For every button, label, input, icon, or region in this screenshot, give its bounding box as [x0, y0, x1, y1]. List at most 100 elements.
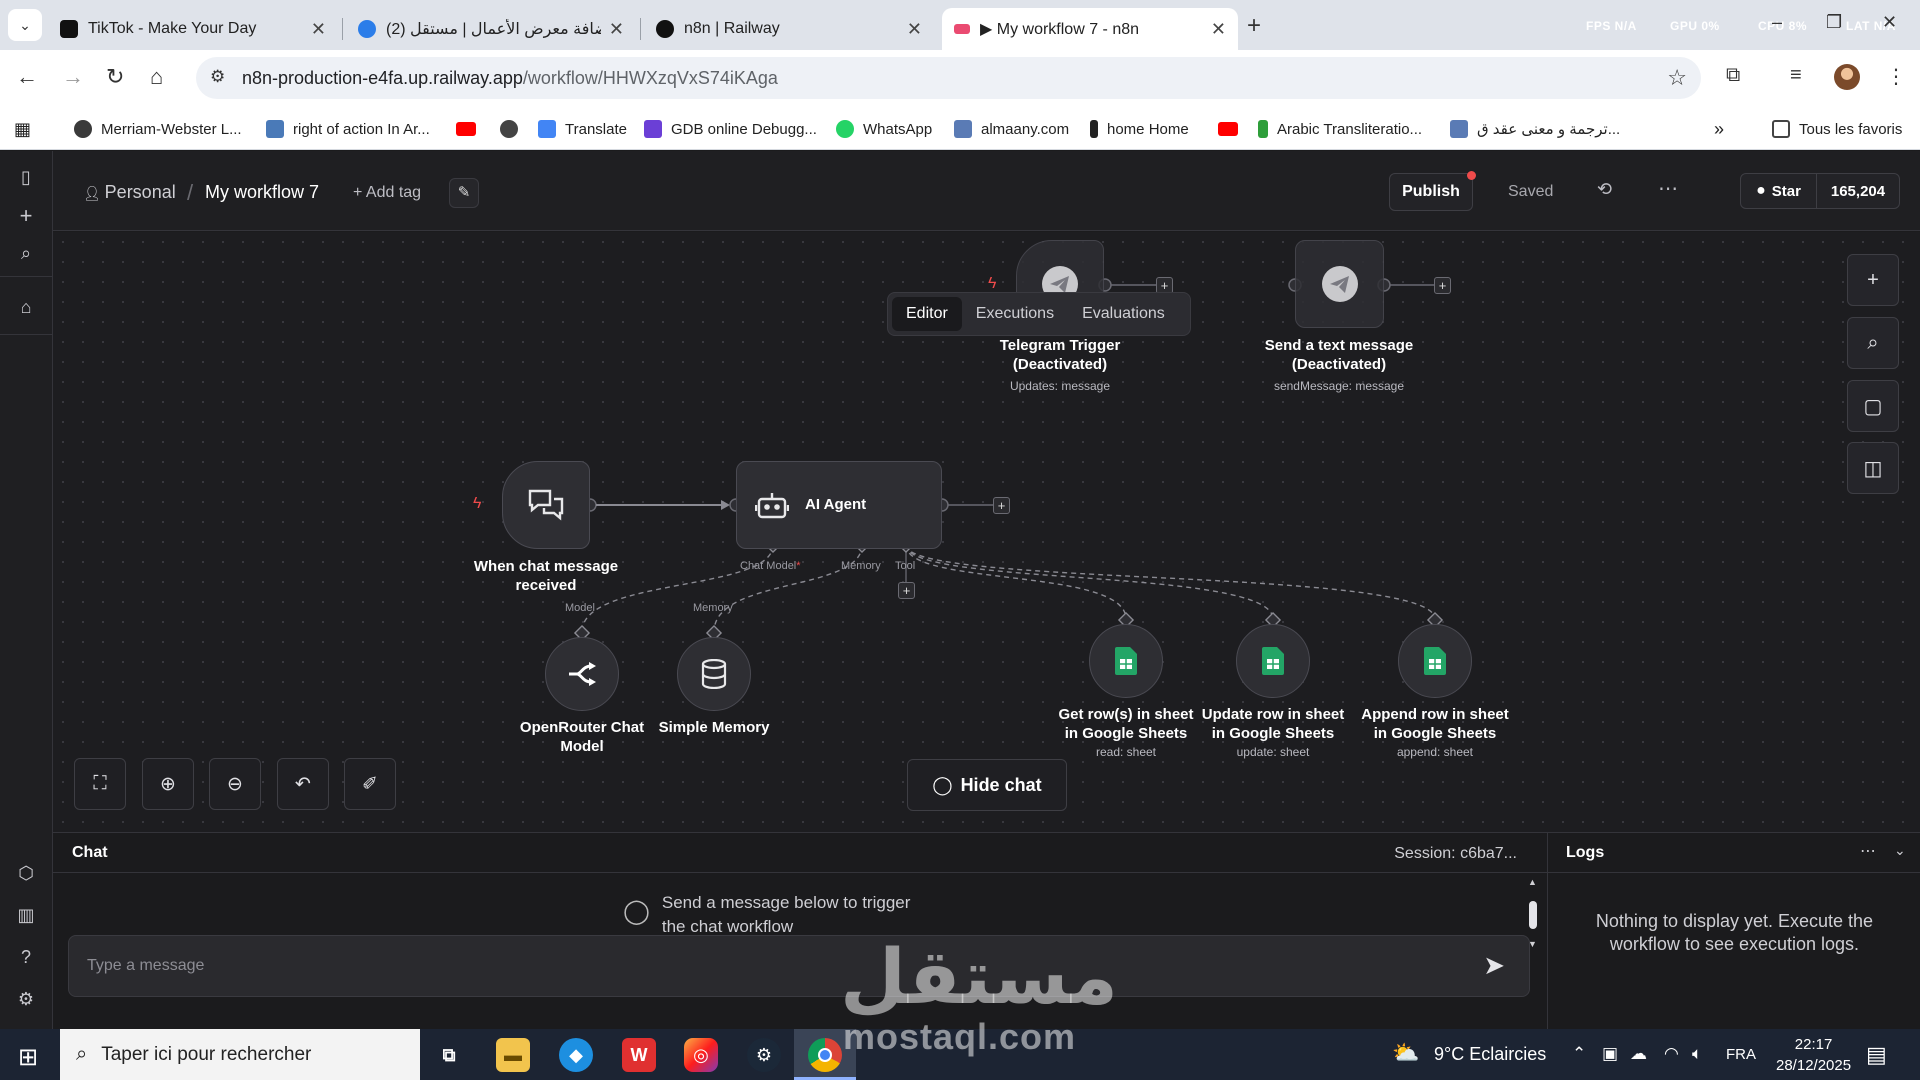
taskbar-search[interactable]: ⌕ [60, 1029, 420, 1080]
node-simple-memory[interactable] [677, 637, 751, 711]
zoom-out-button[interactable]: ⊖ [209, 758, 261, 810]
url-text[interactable]: n8n-production-e4fa.up.railway.app/workf… [242, 68, 778, 89]
browser-tab-mostaql[interactable]: (2) إضافة معرض الأعمال | مستقل ✕ [346, 8, 636, 50]
all-bookmarks-folder[interactable]: Tous les favoris [1772, 116, 1902, 142]
apps-grid-icon[interactable]: ▦ [14, 116, 31, 142]
tab-search-button[interactable]: ⌄ [8, 9, 42, 41]
wps-icon[interactable]: W [622, 1038, 656, 1072]
help-icon[interactable]: ? [14, 947, 38, 968]
more-options-icon[interactable]: ⋯ [1658, 176, 1678, 201]
browser-tab-n8n[interactable]: ▶ My workflow 7 - n8n ✕ [942, 8, 1238, 50]
instagram-icon[interactable]: ◎ [684, 1038, 718, 1072]
workflow-title[interactable]: My workflow 7 [205, 182, 319, 203]
tab-editor[interactable]: Editor [892, 297, 962, 331]
menu-icon[interactable]: ⋮ [1886, 64, 1906, 89]
notification-icon[interactable]: ▤ [1866, 1042, 1887, 1068]
bookmark-item[interactable]: GDB online Debugg... [644, 116, 817, 142]
task-view-icon[interactable]: ⧉ [432, 1038, 466, 1072]
scroll-up-icon[interactable]: ▲ [1528, 877, 1537, 887]
workflow-canvas[interactable]: Editor Executions Evaluations + + + + ϟ … [53, 232, 1920, 832]
bookmark-item[interactable]: WhatsApp [836, 116, 932, 142]
browser-tab-tiktok[interactable]: TikTok - Make Your Day ✕ [48, 8, 338, 50]
close-icon[interactable]: ✕ [609, 19, 624, 40]
search-nodes-button[interactable]: ⌕ [1847, 317, 1899, 369]
add-icon[interactable]: + [14, 203, 38, 229]
browser-tab-railway[interactable]: n8n | Railway ✕ [644, 8, 934, 50]
add-node-button[interactable]: + [1847, 254, 1899, 306]
tidy-up-button[interactable]: ✐ [344, 758, 396, 810]
node-openrouter-chat-model[interactable] [545, 637, 619, 711]
clock[interactable]: 22:17 28/12/2025 [1776, 1034, 1851, 1076]
language-indicator[interactable]: FRA [1726, 1046, 1756, 1063]
omnibox[interactable]: ⚙ n8n-production-e4fa.up.railway.app/wor… [196, 57, 1701, 99]
bookmark-item[interactable] [500, 116, 527, 142]
site-settings-icon[interactable]: ⚙ [210, 67, 225, 87]
bookmark-item[interactable]: right of action In Ar... [266, 116, 430, 142]
chevron-down-icon[interactable]: ⌄ [1894, 842, 1906, 859]
restore-icon[interactable]: ❐ [1826, 12, 1842, 33]
tray-device-icon[interactable]: ▣ [1602, 1044, 1618, 1064]
scroll-thumb[interactable] [1529, 901, 1537, 929]
more-bookmarks-icon[interactable]: » [1714, 116, 1724, 142]
reset-zoom-button[interactable]: ↶ [277, 758, 329, 810]
chat-message-input[interactable] [87, 952, 1427, 980]
close-window-icon[interactable]: ✕ [1882, 12, 1897, 33]
home-icon[interactable]: ⌂ [14, 297, 38, 318]
steam-icon[interactable]: ⚙ [747, 1038, 781, 1072]
search-icon[interactable]: ⌕ [14, 243, 38, 264]
close-icon[interactable]: ✕ [1211, 19, 1226, 40]
fit-view-button[interactable]: ⛶ [74, 758, 126, 810]
bookmark-item[interactable] [1218, 116, 1247, 142]
windows-start-icon[interactable]: ⊞ [18, 1043, 38, 1072]
templates-icon[interactable]: ⬡ [14, 863, 38, 884]
tab-executions[interactable]: Executions [962, 297, 1068, 331]
reload-icon[interactable]: ↻ [106, 64, 124, 90]
node-update-row-sheets[interactable] [1236, 624, 1310, 698]
bookmark-item[interactable]: almaany.com [954, 116, 1069, 142]
tray-chevron-icon[interactable]: ⌃ [1572, 1044, 1586, 1064]
sticky-note-button[interactable]: ▢ [1847, 380, 1899, 432]
bookmark-item[interactable]: Merriam-Webster L... [74, 116, 242, 142]
tray-onedrive-icon[interactable]: ☁ [1630, 1044, 1647, 1064]
github-star-button[interactable]: ● Star 165,204 [1740, 173, 1900, 209]
insights-icon[interactable]: ▥ [14, 905, 38, 926]
close-icon[interactable]: ✕ [311, 19, 326, 40]
edit-description-icon[interactable]: ✎ [449, 178, 479, 208]
send-icon[interactable]: ➤ [1483, 950, 1505, 981]
panel-toggle-button[interactable]: ◫ [1847, 442, 1899, 494]
new-tab-button[interactable]: + [1247, 12, 1261, 40]
add-after-send-button[interactable]: + [1434, 277, 1451, 294]
add-tool-button[interactable]: + [898, 582, 915, 599]
wifi-icon[interactable]: ◠ [1664, 1044, 1679, 1064]
node-chat-trigger[interactable] [502, 461, 590, 549]
node-append-row-sheets[interactable] [1398, 624, 1472, 698]
publish-button[interactable]: Publish [1389, 173, 1473, 211]
project-personal[interactable]: 👤︎ Personal [83, 182, 176, 203]
add-tag-button[interactable]: + Add tag [353, 184, 421, 202]
zoom-in-button[interactable]: ⊕ [142, 758, 194, 810]
media-control-icon[interactable]: ≡ [1790, 64, 1802, 87]
extensions-icon[interactable]: ⧉ [1726, 64, 1740, 87]
bookmark-star-icon[interactable]: ☆ [1667, 65, 1687, 91]
hide-chat-button[interactable]: ◯ Hide chat [907, 759, 1067, 811]
node-ai-agent[interactable]: AI Agent [736, 461, 942, 549]
add-after-agent-button[interactable]: + [993, 497, 1010, 514]
profile-avatar[interactable] [1834, 64, 1860, 90]
history-icon[interactable]: ⟲ [1597, 179, 1612, 200]
docker-icon[interactable]: ◆ [559, 1038, 593, 1072]
taskbar-search-input[interactable] [101, 1043, 392, 1066]
bookmark-item[interactable] [456, 116, 485, 142]
bookmark-item[interactable]: home Home [1090, 116, 1189, 142]
volume-icon[interactable]: 🔈︎ [1692, 1044, 1702, 1064]
file-explorer-icon[interactable]: ▬ [496, 1038, 530, 1072]
weather-text[interactable]: 9°C Eclaircies [1434, 1044, 1546, 1065]
chrome-icon[interactable] [808, 1038, 842, 1072]
bookmark-item[interactable]: ترجمة و معنى عقد ق... [1450, 116, 1620, 142]
tab-evaluations[interactable]: Evaluations [1068, 297, 1179, 331]
bookmark-item[interactable]: Arabic Transliteratio... [1258, 116, 1422, 142]
forward-icon[interactable]: → [62, 64, 84, 90]
chat-session-id[interactable]: Session: c6ba7... [1394, 845, 1517, 863]
minimize-icon[interactable]: – [1772, 12, 1782, 33]
bookmark-item[interactable]: Translate [538, 116, 627, 142]
settings-icon[interactable]: ⚙ [14, 989, 38, 1010]
